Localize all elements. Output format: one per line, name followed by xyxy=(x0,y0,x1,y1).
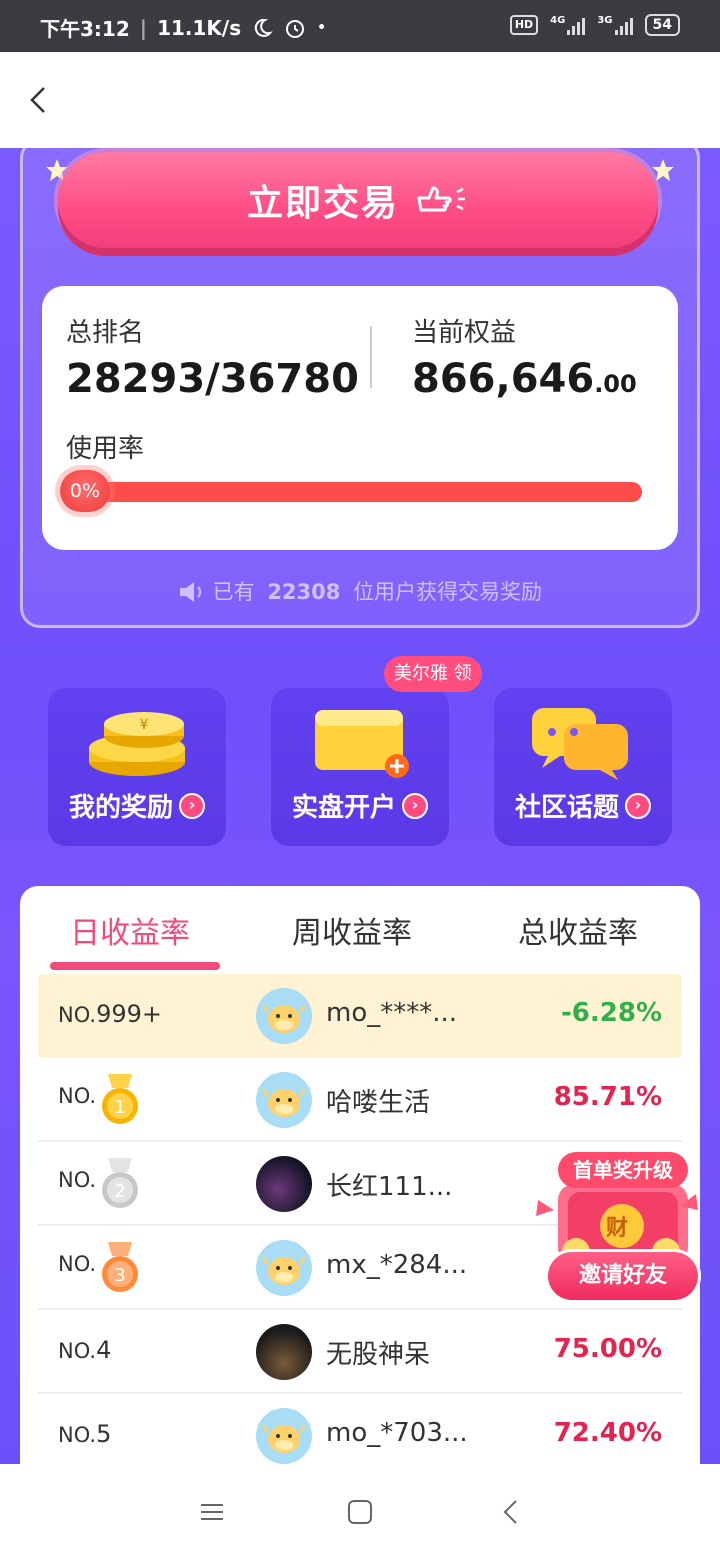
stats-divider xyxy=(370,326,372,388)
rank-number: NO. xyxy=(58,1084,97,1108)
rank-row[interactable]: NO.4 无股神呆 75.00% xyxy=(38,1310,682,1394)
dot-icon: • xyxy=(317,19,327,36)
total-rank-value: 28293/36780 xyxy=(66,356,359,402)
avatar[interactable] xyxy=(256,1156,312,1212)
stats-card: 总排名 28293/36780 当前权益 866,646.00 使用率 0% xyxy=(42,286,678,550)
rank-row[interactable]: NO. 1 哈喽生活 85.71% xyxy=(38,1058,682,1142)
invite-friends-label: 邀请好友 xyxy=(548,1252,698,1300)
return-rate: 75.00% xyxy=(553,1334,662,1364)
rank-row[interactable]: NO.5 mo_*703... 72.40% xyxy=(38,1394,682,1464)
home-icon[interactable] xyxy=(346,1498,374,1526)
rank-number: NO.999+ xyxy=(58,1000,162,1028)
system-nav-bar xyxy=(0,1464,720,1560)
card-plus-icon xyxy=(315,710,409,778)
rank-number: NO. xyxy=(58,1168,97,1192)
announcement: 已有 22308 位用户获得交易奖励 xyxy=(0,576,720,606)
equity-label: 当前权益 xyxy=(412,318,517,348)
usage-label: 使用率 xyxy=(66,434,145,464)
status-bar: 下午3:12 | 11.1K/s • HD 4G 3G 54 xyxy=(0,0,720,52)
status-time: 下午3:12 xyxy=(40,17,130,41)
open-account-button[interactable]: 实盘开户 › xyxy=(271,688,449,846)
return-rate: -6.28% xyxy=(561,998,662,1028)
community-topics-label: 社区话题 xyxy=(514,793,619,823)
community-topics-button[interactable]: 社区话题 › xyxy=(494,688,672,846)
arrow-right-icon: › xyxy=(179,792,205,819)
thumb-point-icon xyxy=(417,186,465,212)
avatar[interactable] xyxy=(256,988,312,1044)
medal-number: 1 xyxy=(114,1097,125,1118)
tab-indicator xyxy=(50,962,220,970)
tab-daily-return[interactable]: 日收益率 xyxy=(70,908,190,952)
trade-now-button[interactable]: 立即交易 xyxy=(58,152,658,248)
arrow-right-icon: › xyxy=(402,792,428,819)
medal-icon: 2 xyxy=(102,1158,138,1208)
signal-icon xyxy=(567,15,586,35)
user-name: 无股神呆 xyxy=(326,1340,431,1370)
avatar[interactable] xyxy=(256,1408,312,1464)
speaker-icon xyxy=(179,582,202,602)
tab-weekly-return[interactable]: 周收益率 xyxy=(292,908,412,952)
medal-number: 2 xyxy=(114,1181,125,1202)
user-name: mo_****... xyxy=(326,998,458,1028)
status-speed: 11.1K/s xyxy=(157,15,242,40)
signal-4g: 4G xyxy=(550,15,586,35)
fortune-label: 财 xyxy=(606,1216,629,1241)
open-account-tip: 美尔雅 领 xyxy=(384,656,482,692)
tab-total-return[interactable]: 总收益率 xyxy=(518,908,638,952)
avatar[interactable] xyxy=(256,1072,312,1128)
my-rank-row[interactable]: NO.999+ mo_****... -6.28% xyxy=(38,974,682,1058)
hd-badge: HD xyxy=(509,15,539,35)
equity-value: 866,646.00 xyxy=(412,356,637,402)
rank-number: NO.4 xyxy=(58,1336,112,1364)
back-arrow-icon[interactable] xyxy=(22,82,58,118)
moon-icon xyxy=(254,18,273,37)
total-rank-label: 总排名 xyxy=(66,318,145,348)
return-rate: 85.71% xyxy=(553,1082,662,1112)
medal-icon: 3 xyxy=(102,1242,138,1292)
coins-icon: ¥ xyxy=(89,712,185,776)
open-account-label: 实盘开户 xyxy=(291,793,396,823)
app-header xyxy=(0,52,720,148)
medal-icon: 1 xyxy=(102,1074,138,1124)
usage-progress-bar xyxy=(64,482,642,502)
main-content[interactable]: 立即交易 总排名 28293/36780 当前权益 866,646.00 使用率… xyxy=(0,148,720,1464)
menu-icon[interactable] xyxy=(198,1498,226,1526)
invite-friends-badge[interactable]: 首单奖升级 财 邀请好友 xyxy=(528,1144,708,1314)
usage-value: 0% xyxy=(60,470,110,512)
first-order-upgrade-label: 首单奖升级 xyxy=(558,1152,688,1188)
signal-icon xyxy=(614,15,633,35)
return-rate: 72.40% xyxy=(553,1418,662,1448)
rank-number: NO. xyxy=(58,1252,97,1276)
my-rewards-label: 我的奖励 xyxy=(68,793,173,823)
user-name: mo_*703... xyxy=(326,1418,468,1448)
svg-text:¥: ¥ xyxy=(140,717,149,733)
rank-number: NO.5 xyxy=(58,1420,112,1448)
user-name: 长红111... xyxy=(326,1172,453,1202)
battery-icon: 54 xyxy=(644,14,680,36)
user-name: 哈喽生活 xyxy=(326,1088,431,1118)
signal-3g: 3G xyxy=(597,15,633,35)
avatar[interactable] xyxy=(256,1324,312,1380)
user-name: mx_*284... xyxy=(326,1250,468,1280)
medal-number: 3 xyxy=(114,1265,125,1286)
avatar[interactable] xyxy=(256,1240,312,1296)
back-icon[interactable] xyxy=(498,1498,526,1526)
chat-bubbles-icon xyxy=(532,708,628,780)
my-rewards-button[interactable]: ¥ 我的奖励 › xyxy=(48,688,226,846)
alarm-icon xyxy=(286,19,305,38)
arrow-right-icon: › xyxy=(625,792,651,819)
